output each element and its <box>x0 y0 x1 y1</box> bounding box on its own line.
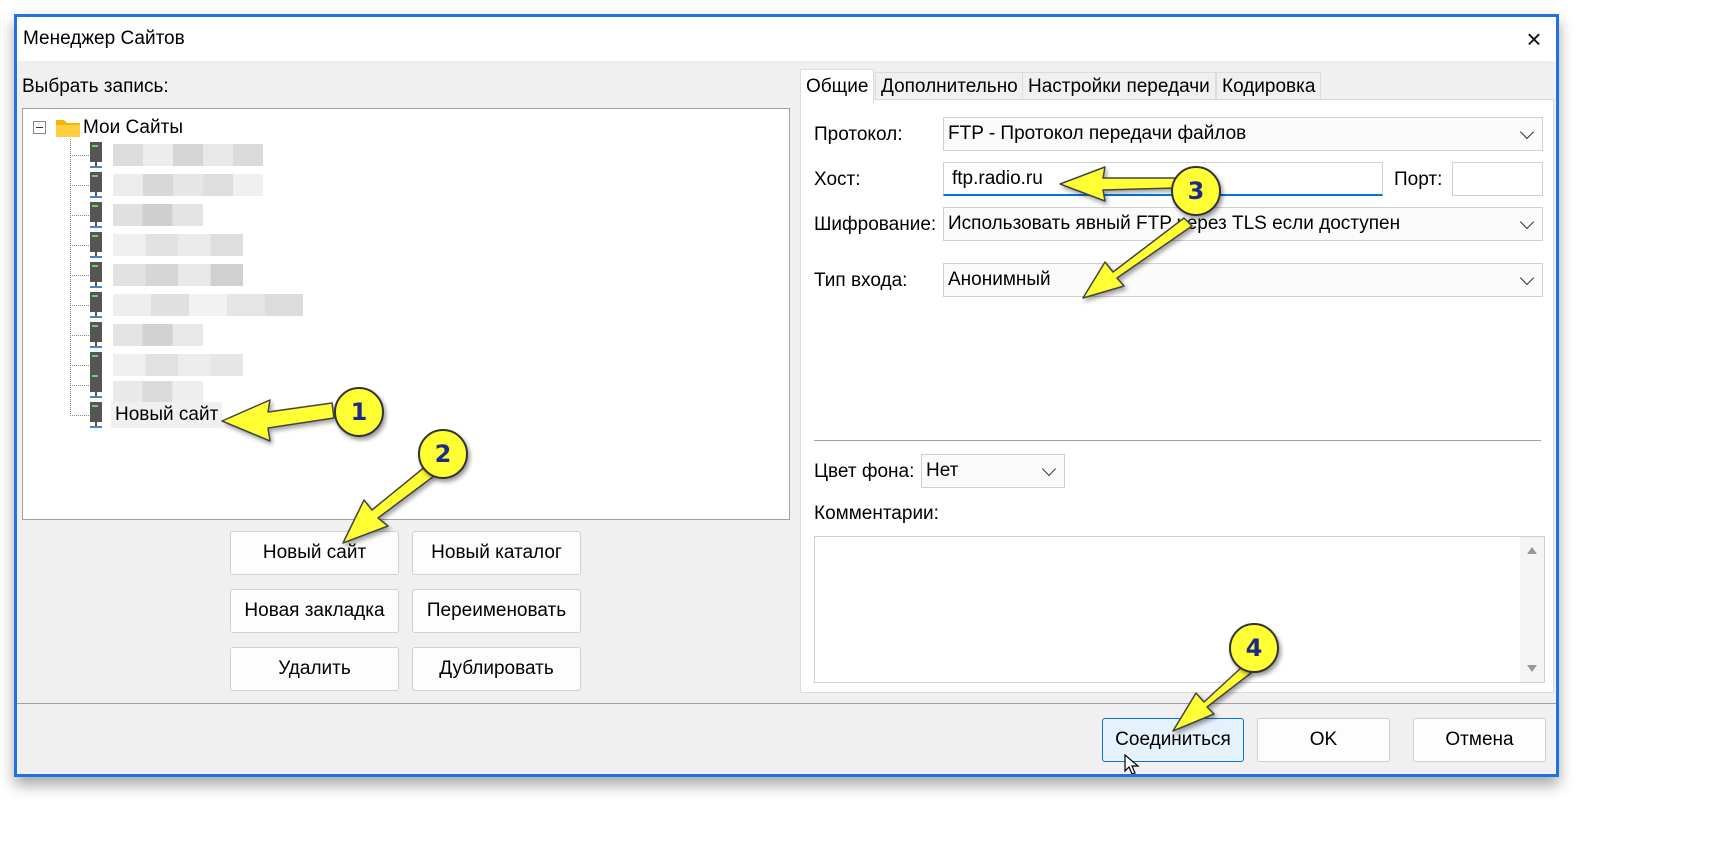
protocol-value: FTP - Протокол передачи файлов <box>948 123 1247 144</box>
annotation-badge-3: 3 <box>1171 166 1221 216</box>
blurred-site-name[interactable] <box>113 144 263 166</box>
select-entry-label: Выбрать запись: <box>22 76 169 97</box>
site-manager-dialog: Менеджер Сайтов × Выбрать запись: Мои Са… <box>14 14 1559 777</box>
annotation-badge-2: 2 <box>418 429 468 479</box>
tab-charset[interactable]: Кодировка <box>1216 72 1322 101</box>
annotation-badge-1: 1 <box>334 387 384 437</box>
collapse-icon[interactable] <box>33 121 46 134</box>
server-icon <box>90 232 102 258</box>
encryption-label: Шифрование: <box>814 214 937 235</box>
divider <box>814 440 1541 441</box>
server-icon <box>90 202 102 228</box>
blurred-site-name[interactable] <box>113 381 203 403</box>
host-input[interactable]: ftp.radio.ru <box>943 162 1383 196</box>
duplicate-button[interactable]: Дублировать <box>412 647 581 691</box>
background-color-value: Нет <box>926 460 959 481</box>
logon-type-select[interactable]: Анонимный <box>943 263 1543 297</box>
footer-divider <box>17 703 1556 704</box>
mouse-cursor-icon <box>1124 754 1140 774</box>
scroll-down-icon[interactable] <box>1527 665 1537 672</box>
cancel-button[interactable]: Отмена <box>1413 718 1546 762</box>
tree-root-label[interactable]: Мои Сайты <box>83 117 183 139</box>
tab-general[interactable]: Общие <box>800 69 875 103</box>
blurred-site-name[interactable] <box>113 354 243 376</box>
scroll-up-icon[interactable] <box>1527 547 1537 554</box>
server-icon <box>90 142 102 168</box>
server-icon <box>90 372 102 398</box>
logon-type-value: Анонимный <box>948 269 1051 290</box>
port-label: Порт: <box>1394 169 1443 190</box>
chevron-down-icon <box>1041 461 1057 477</box>
background-color-select[interactable]: Нет <box>921 454 1065 488</box>
protocol-label: Протокол: <box>814 124 903 145</box>
new-folder-button[interactable]: Новый каталог <box>412 531 581 575</box>
blurred-site-name[interactable] <box>113 234 243 256</box>
blurred-site-name[interactable] <box>113 174 263 196</box>
close-icon[interactable]: × <box>1516 21 1552 57</box>
blurred-site-name[interactable] <box>113 264 243 286</box>
delete-button[interactable]: Удалить <box>230 647 399 691</box>
annotation-badge-4: 4 <box>1229 623 1279 673</box>
server-icon <box>90 402 102 428</box>
ok-button[interactable]: OK <box>1257 718 1390 762</box>
blurred-site-name[interactable] <box>113 204 203 226</box>
comments-textarea[interactable] <box>814 536 1545 683</box>
blurred-site-name[interactable] <box>113 324 203 346</box>
blurred-site-name[interactable] <box>113 294 303 316</box>
tab-transfer-settings[interactable]: Настройки передачи <box>1022 72 1216 101</box>
background-color-label: Цвет фона: <box>814 461 915 482</box>
server-icon <box>90 292 102 318</box>
site-tree[interactable]: Мои Сайты Новый сайт <box>22 108 790 520</box>
comments-scrollbar[interactable] <box>1520 537 1544 682</box>
encryption-value: Использовать явный FTP через TLS если до… <box>948 213 1401 234</box>
logon-type-label: Тип входа: <box>814 270 908 291</box>
protocol-select[interactable]: FTP - Протокол передачи файлов <box>943 117 1543 151</box>
server-icon <box>90 262 102 288</box>
chevron-down-icon <box>1519 270 1535 286</box>
server-icon <box>90 322 102 348</box>
host-label: Хост: <box>814 169 861 190</box>
rename-button[interactable]: Переименовать <box>412 589 581 633</box>
new-site-button[interactable]: Новый сайт <box>230 531 399 575</box>
tree-item-new-site[interactable]: Новый сайт <box>111 402 223 428</box>
window-title: Менеджер Сайтов <box>23 28 185 49</box>
encryption-select[interactable]: Использовать явный FTP через TLS если до… <box>943 207 1543 241</box>
folder-icon <box>56 120 80 137</box>
chevron-down-icon <box>1519 214 1535 230</box>
tab-advanced[interactable]: Дополнительно <box>875 72 1024 101</box>
port-input[interactable] <box>1452 162 1543 196</box>
server-icon <box>90 172 102 198</box>
comments-label: Комментарии: <box>814 503 939 524</box>
chevron-down-icon <box>1519 124 1535 140</box>
new-bookmark-button[interactable]: Новая закладка <box>230 589 399 633</box>
title-bar: Менеджер Сайтов × <box>17 17 1556 61</box>
